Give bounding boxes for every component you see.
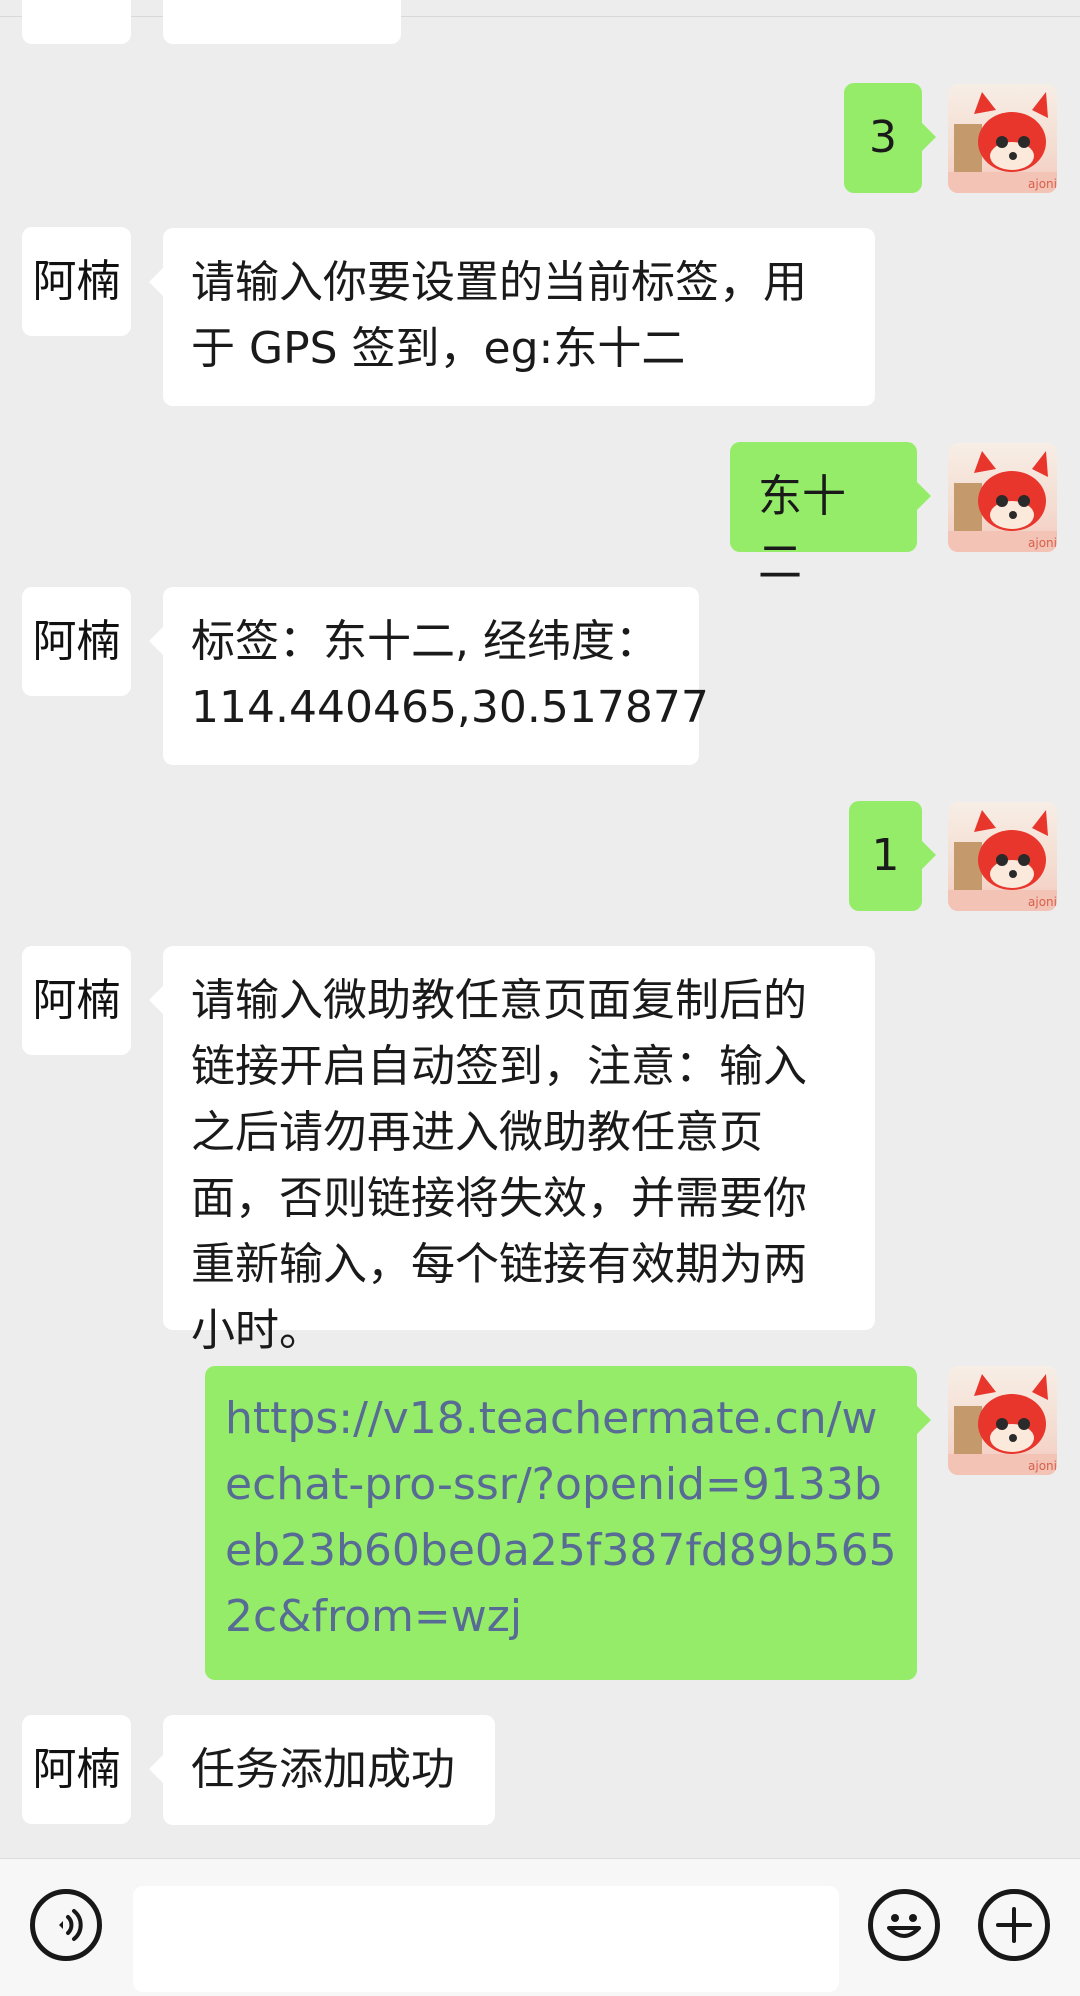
contact-name: 阿楠 bbox=[32, 1744, 121, 1795]
message-text: 请输入微助教任意页面复制后的链接开启自动签到，注意：输入之后请勿再进入微助教任意… bbox=[191, 975, 807, 1356]
contact-avatar[interactable]: 阿楠 bbox=[22, 1715, 131, 1824]
my-avatar[interactable]: ajoni bbox=[948, 802, 1057, 911]
message-text: 标签：东十二, 经纬度：114.440465,30.517877 bbox=[191, 616, 709, 733]
message-bubble-sent[interactable]: 1 bbox=[849, 801, 936, 911]
contact-avatar[interactable]: 阿楠 bbox=[22, 587, 131, 696]
message-bubble-received[interactable]: 标签：东十二, 经纬度：114.440465,30.517877 bbox=[149, 587, 709, 765]
previous-avatar-fragment bbox=[22, 0, 131, 44]
message-text: 1 bbox=[871, 830, 900, 881]
emoji-button[interactable] bbox=[868, 1889, 940, 1961]
contact-name: 阿楠 bbox=[32, 616, 121, 667]
contact-name: 阿楠 bbox=[32, 975, 121, 1026]
chat-area[interactable]: ajoni 3 阿楠 请输入你要设置的当前标签，用于 GPS 签到，eg:东十二… bbox=[0, 0, 1080, 1858]
previous-bubble-fragment bbox=[163, 0, 401, 44]
svg-text:ajoni: ajoni bbox=[1028, 1459, 1057, 1473]
fox-avatar-icon: ajoni bbox=[948, 810, 1057, 911]
message-input[interactable] bbox=[133, 1886, 839, 1992]
plus-icon bbox=[996, 1907, 1032, 1943]
fox-avatar-icon: ajoni bbox=[948, 451, 1057, 552]
svg-text:ajoni: ajoni bbox=[1028, 895, 1057, 909]
my-avatar[interactable]: ajoni bbox=[948, 84, 1057, 193]
more-button[interactable] bbox=[978, 1889, 1050, 1961]
my-avatar[interactable]: ajoni bbox=[948, 443, 1057, 552]
message-text: 请输入你要设置的当前标签，用于 GPS 签到，eg:东十二 bbox=[191, 257, 807, 374]
message-bubble-received[interactable]: 请输入你要设置的当前标签，用于 GPS 签到，eg:东十二 bbox=[149, 228, 875, 406]
svg-text:ajoni: ajoni bbox=[1028, 536, 1057, 550]
divider bbox=[0, 16, 1080, 17]
message-bubble-sent[interactable]: 东十二 bbox=[730, 442, 931, 588]
message-bubble-sent[interactable]: 3 bbox=[844, 83, 936, 193]
input-bar bbox=[0, 1858, 1080, 1996]
message-bubble-sent[interactable]: https://v18.teachermate.cn/wechat-pro-ss… bbox=[205, 1366, 931, 1680]
contact-avatar[interactable]: 阿楠 bbox=[22, 946, 131, 1055]
message-text: 3 bbox=[869, 112, 897, 163]
voice-icon bbox=[59, 1909, 83, 1941]
my-avatar[interactable]: ajoni bbox=[948, 1366, 1057, 1475]
message-bubble-received[interactable]: 请输入微助教任意页面复制后的链接开启自动签到，注意：输入之后请勿再进入微助教任意… bbox=[149, 946, 875, 1356]
svg-text:ajoni: ajoni bbox=[1028, 177, 1057, 191]
message-text: 东十二 bbox=[758, 471, 846, 588]
message-text: 任务添加成功 bbox=[191, 1744, 455, 1795]
contact-name: 阿楠 bbox=[32, 256, 121, 307]
emoji-icon bbox=[887, 1914, 921, 1938]
contact-avatar[interactable]: 阿楠 bbox=[22, 227, 131, 336]
voice-button[interactable] bbox=[30, 1889, 102, 1961]
fox-avatar-icon: ajoni bbox=[948, 92, 1057, 193]
message-bubble-received[interactable]: 任务添加成功 bbox=[149, 1715, 495, 1825]
fox-avatar-icon: ajoni bbox=[948, 1374, 1057, 1475]
message-link[interactable]: https://v18.teachermate.cn/wechat-pro-ss… bbox=[225, 1386, 897, 1650]
